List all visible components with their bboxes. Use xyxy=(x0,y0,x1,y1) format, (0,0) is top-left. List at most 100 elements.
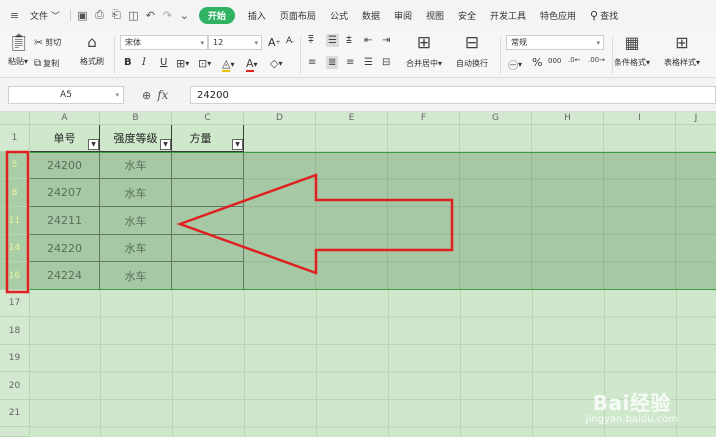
row-header-partial[interactable] xyxy=(0,427,30,437)
grow-font-button[interactable]: A + xyxy=(268,36,281,49)
column-header-d[interactable]: D xyxy=(244,112,316,125)
table-row-4-col-a[interactable]: 24220 xyxy=(30,235,100,262)
fill-button[interactable]: ⊡ ▾ xyxy=(198,57,211,70)
tab-formulas[interactable]: 公式 xyxy=(323,9,355,22)
hamburger-menu-icon[interactable]: ≡ xyxy=(8,9,21,22)
align-center-button[interactable]: ≣ xyxy=(326,56,339,69)
name-box[interactable]: A5 ▾ xyxy=(8,86,124,104)
table-row-1-col-a[interactable]: 24200 xyxy=(30,152,100,179)
column-header-h[interactable]: H xyxy=(532,112,604,125)
outdent-button[interactable]: ⇥ xyxy=(382,35,390,46)
align-bottom-button[interactable]: ⩲ xyxy=(346,35,352,46)
sheet-grid[interactable]: A B C D E F G H I J 1 5 8 11 14 16 17 18… xyxy=(0,112,716,437)
tab-page-layout[interactable]: 页面布局 xyxy=(273,9,323,22)
row-header-17[interactable]: 17 xyxy=(0,290,30,317)
tab-review[interactable]: 审阅 xyxy=(387,9,419,22)
row-header-1[interactable]: 1 xyxy=(0,125,30,152)
column-header-g[interactable]: G xyxy=(460,112,532,125)
column-header-j[interactable]: J xyxy=(676,112,716,125)
column-header-a[interactable]: A xyxy=(30,112,100,125)
tab-developer[interactable]: 开发工具 xyxy=(483,9,533,22)
table-style-button[interactable]: ⊞ 表格样式▾ xyxy=(664,33,700,68)
table-row-5-col-c[interactable] xyxy=(172,262,244,290)
shrink-font-button[interactable]: A- xyxy=(286,36,294,46)
merge-center-button[interactable]: ⊞ 合并居中▾ xyxy=(406,33,442,69)
undo-icon[interactable]: ↶ xyxy=(144,9,157,22)
tab-view[interactable]: 视图 xyxy=(419,9,451,22)
paste-button[interactable]: 📋︎ 粘贴▾ xyxy=(8,33,30,67)
row-header-18[interactable]: 18 xyxy=(0,317,30,345)
filter-dropdown-button[interactable]: ▼ xyxy=(88,139,99,150)
thousands-button[interactable]: 000 xyxy=(548,57,561,65)
table-row-5-col-a[interactable]: 24224 xyxy=(30,262,100,290)
tab-home[interactable]: 开始 xyxy=(198,6,235,24)
row-header-21[interactable]: 21 xyxy=(0,400,30,427)
copy-button[interactable]: ⧉ 复制 xyxy=(34,58,59,69)
empty-header-row-cells[interactable] xyxy=(244,125,716,152)
wrap-text-button[interactable]: ⊟ 自动换行 xyxy=(456,33,488,69)
table-row-5-col-b[interactable]: 水车 xyxy=(100,262,172,290)
percent-button[interactable]: % xyxy=(532,56,542,69)
font-color-button[interactable]: A ▾ xyxy=(246,57,258,72)
table-row-3-col-b[interactable]: 水车 xyxy=(100,207,172,235)
number-format-select[interactable]: 常规 ▾ xyxy=(506,35,604,50)
indent-button[interactable]: ⇤ xyxy=(364,35,372,46)
column-header-i[interactable]: I xyxy=(604,112,676,125)
distribute-button[interactable]: ⊟ xyxy=(382,57,390,68)
save-icon[interactable]: ▣ xyxy=(76,9,89,22)
zoom-formula-icon[interactable]: ⊕ xyxy=(142,89,151,102)
decrease-decimal-button[interactable]: .00→ xyxy=(588,56,605,64)
table-row-3-col-a[interactable]: 24211 xyxy=(30,207,100,235)
tab-data[interactable]: 数据 xyxy=(355,9,387,22)
align-middle-button[interactable]: ☰ xyxy=(326,34,339,47)
align-right-button[interactable]: ≡ xyxy=(346,57,354,68)
tab-insert[interactable]: 插入 xyxy=(241,9,273,22)
select-all-corner[interactable] xyxy=(0,112,30,125)
font-name-select[interactable]: 宋体 ▾ xyxy=(120,35,208,50)
underline-button[interactable]: U xyxy=(160,57,167,68)
column-header-f[interactable]: F xyxy=(388,112,460,125)
selected-rows-empty-cells[interactable] xyxy=(244,152,716,290)
cut-button[interactable]: ✂ 剪切 xyxy=(34,36,61,49)
currency-button[interactable]: ㊀ ▾ xyxy=(508,57,522,72)
column-header-c[interactable]: C xyxy=(172,112,244,125)
table-row-3-col-c[interactable] xyxy=(172,207,244,235)
align-top-button[interactable]: ⩱ xyxy=(308,35,314,46)
format-painter-button[interactable]: ⌂ 格式刷 xyxy=(80,33,104,67)
bold-button[interactable]: B xyxy=(124,57,132,68)
print-icon[interactable]: ⎗ xyxy=(110,8,123,22)
preview-icon[interactable]: ◫ xyxy=(127,9,140,22)
row-header-16[interactable]: 16 xyxy=(0,262,30,290)
row-header-19[interactable]: 19 xyxy=(0,345,30,372)
increase-decimal-button[interactable]: .0← xyxy=(568,56,581,64)
italic-button[interactable]: I xyxy=(142,57,146,68)
table-row-2-col-a[interactable]: 24207 xyxy=(30,179,100,207)
filter-active-button[interactable]: ▼ xyxy=(160,139,171,150)
table-row-2-col-b[interactable]: 水车 xyxy=(100,179,172,207)
row-header-14[interactable]: 14 xyxy=(0,235,30,262)
row-header-5[interactable]: 5 xyxy=(0,152,30,179)
conditional-format-button[interactable]: ▦ 条件格式▾ xyxy=(614,33,650,68)
redo-icon[interactable]: ↷ xyxy=(161,9,174,22)
clear-button[interactable]: ◇ ▾ xyxy=(270,57,282,70)
table-row-1-col-b[interactable]: 水车 xyxy=(100,152,172,179)
row-header-8[interactable]: 8 xyxy=(0,179,30,207)
column-header-e[interactable]: E xyxy=(316,112,388,125)
table-row-4-col-b[interactable]: 水车 xyxy=(100,235,172,262)
file-menu[interactable]: 文件 ﹀ xyxy=(23,9,67,22)
row-header-11[interactable]: 11 xyxy=(0,207,30,235)
font-size-select[interactable]: 12 ▾ xyxy=(208,35,262,50)
justify-button[interactable]: ☰ xyxy=(364,57,373,68)
tab-special[interactable]: 特色应用 xyxy=(533,9,583,22)
table-row-2-col-c[interactable] xyxy=(172,179,244,207)
customize-dropdown-icon[interactable]: ⌄ xyxy=(178,9,191,22)
table-row-4-col-c[interactable] xyxy=(172,235,244,262)
align-left-button[interactable]: ≡ xyxy=(308,57,316,68)
search-button[interactable]: ⚲ 查找 xyxy=(583,9,625,22)
fill-color-button[interactable]: ◬ ▾ xyxy=(222,57,234,72)
row-header-20[interactable]: 20 xyxy=(0,372,30,400)
print-preview-icon[interactable]: ⎙ xyxy=(93,8,106,22)
formula-input[interactable]: 24200 xyxy=(190,86,716,104)
tab-security[interactable]: 安全 xyxy=(451,9,483,22)
border-button[interactable]: ⊞ ▾ xyxy=(176,57,189,70)
